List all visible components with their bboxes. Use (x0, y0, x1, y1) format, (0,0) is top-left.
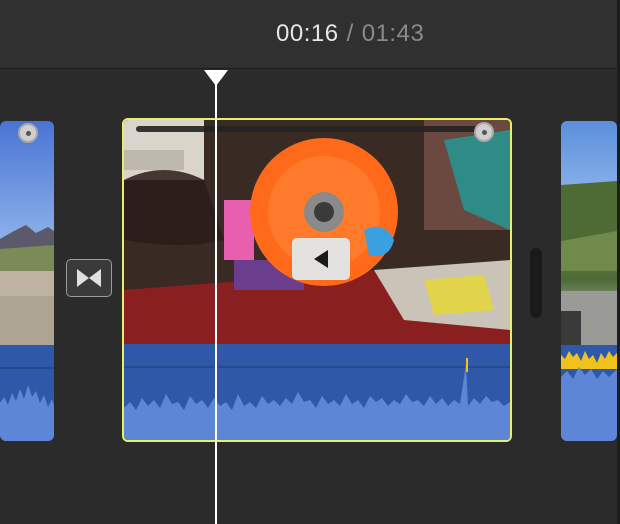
reverse-play-icon (314, 250, 328, 268)
timeline-header: 00:16 / 01:43 (0, 0, 620, 69)
clip-right-audio-waveform (561, 345, 617, 441)
clip-selected-audio-waveform (124, 344, 510, 440)
clip-selected-handle[interactable] (474, 122, 494, 142)
playhead-line[interactable] (215, 82, 217, 524)
clip-speed-bar[interactable] (136, 126, 486, 132)
timecode-display: 00:16 / 01:43 (276, 20, 424, 48)
clip-selected-thumbnail (124, 120, 510, 346)
clip-left[interactable] (0, 121, 54, 441)
clip-left-thumbnail (0, 121, 54, 347)
clip-left-handle[interactable] (18, 123, 38, 143)
clip-selected[interactable] (122, 118, 512, 442)
clip-right[interactable] (561, 121, 617, 441)
transition-button[interactable] (66, 259, 112, 297)
clip-left-audio-waveform (0, 345, 54, 441)
transition-bowtie-icon (77, 269, 101, 287)
timecode-separator: / (346, 20, 354, 47)
current-time: 00:16 (276, 20, 339, 47)
clip-right-thumbnail (561, 121, 617, 347)
total-duration: 01:43 (361, 20, 425, 47)
reverse-badge[interactable] (292, 238, 350, 280)
timeline-scroll-thumb[interactable] (530, 248, 542, 318)
